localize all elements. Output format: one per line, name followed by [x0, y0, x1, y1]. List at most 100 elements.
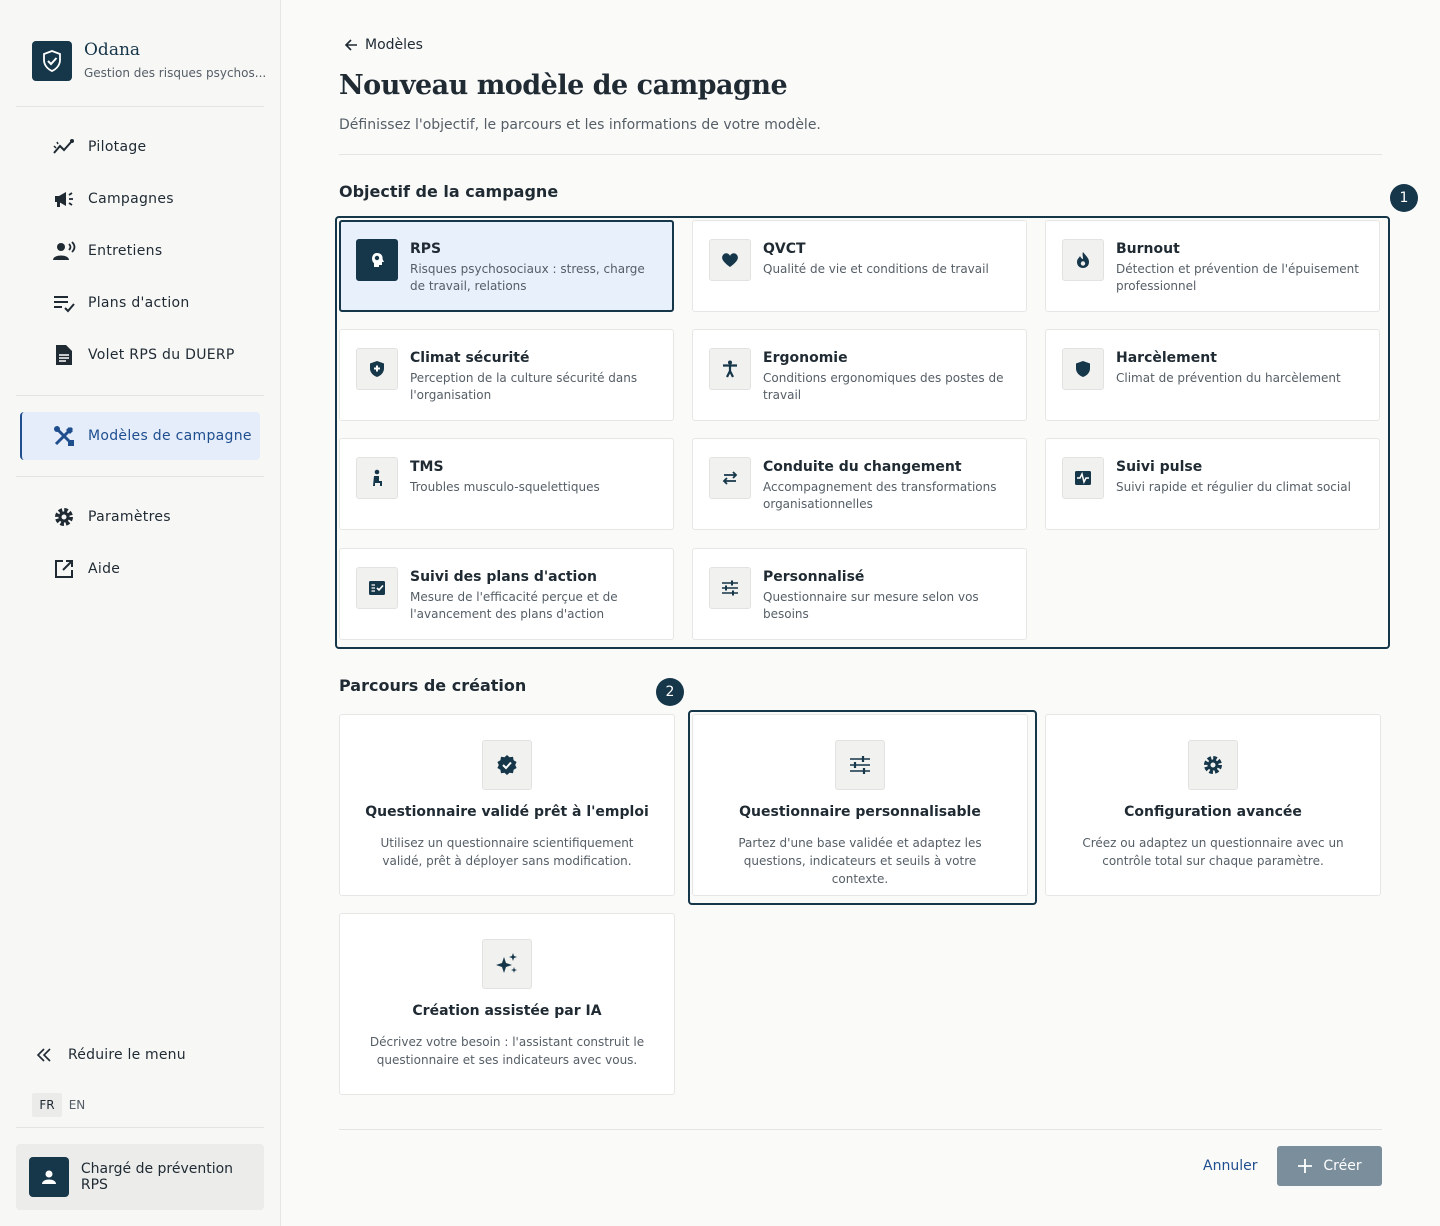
- objective-title: Suivi pulse: [1116, 459, 1203, 475]
- objective-desc: Perception de la culture sécurité dans l…: [410, 371, 638, 402]
- path-desc: Décrivez votre besoin : l'assistant cons…: [369, 1035, 645, 1067]
- path-title: Configuration avancée: [1124, 804, 1302, 820]
- footer-divider: [339, 1129, 1382, 1130]
- brand[interactable]: Odana Gestion des risques psychos...: [32, 40, 266, 81]
- objectives-title: Objectif de la campagne: [339, 182, 559, 201]
- objective-desc: Troubles musculo-squelettiques: [410, 480, 600, 494]
- megaphone-icon: [52, 187, 76, 211]
- path-desc: Créez ou adaptez un questionnaire avec u…: [1082, 836, 1344, 868]
- path-desc: Partez d'une base validée et adaptez les…: [738, 836, 982, 886]
- shield-icon: [1062, 348, 1104, 390]
- create-button-label: Créer: [1323, 1158, 1362, 1174]
- back-link-label: Modèles: [365, 37, 423, 53]
- sidebar-item-modeles-campagne[interactable]: Modèles de campagne: [20, 412, 260, 460]
- back-link[interactable]: Modèles: [343, 37, 423, 53]
- checklist-icon: [52, 291, 76, 315]
- objective-desc: Conditions ergonomiques des postes de tr…: [763, 371, 1004, 402]
- objective-title: QVCT: [763, 241, 806, 257]
- path-title: Création assistée par IA: [412, 1003, 602, 1019]
- objective-card-qvct[interactable]: QVCT Qualité de vie et conditions de trav…: [692, 220, 1027, 312]
- header-divider: [339, 154, 1382, 155]
- language-switcher: FR EN: [32, 1093, 92, 1117]
- sidebar-item-label: Aide: [88, 561, 121, 577]
- create-button[interactable]: Créer: [1277, 1146, 1382, 1186]
- objective-card-burnout[interactable]: Burnout Détection et prévention de l'épui…: [1045, 220, 1380, 312]
- objective-title: Personnalisé: [763, 569, 865, 585]
- objective-desc: Qualité de vie et conditions de travail: [763, 262, 989, 276]
- objective-desc: Climat de prévention du harcèlement: [1116, 371, 1341, 385]
- external-link-icon: [52, 557, 76, 581]
- shield-plus-icon: [356, 348, 398, 390]
- objective-title: Burnout: [1116, 241, 1180, 257]
- swap-arrows-icon: [709, 457, 751, 499]
- objective-card-climat-securite[interactable]: Climat sécurité Perception de la culture …: [339, 329, 674, 421]
- verified-badge-icon: [482, 740, 532, 790]
- sidebar-divider: [16, 476, 264, 477]
- sidebar-item-label: Campagnes: [88, 191, 174, 207]
- user-role: Chargé de prévention RPS: [80, 1161, 234, 1193]
- path-card-ai-assisted[interactable]: Création assistée par IA Décrivez votre …: [339, 913, 675, 1095]
- objective-desc: Accompagnement des transformations organ…: [763, 480, 997, 511]
- lang-fr[interactable]: FR: [32, 1093, 62, 1117]
- objective-card-rps[interactable]: RPS Risques psychosociaux : stress, charg…: [339, 220, 674, 312]
- flame-icon: [1062, 239, 1104, 281]
- objective-title: Climat sécurité: [410, 350, 530, 366]
- task-checklist-icon: [356, 567, 398, 609]
- sidebar-divider: [16, 106, 264, 107]
- sidebar-item-label: Paramètres: [88, 509, 171, 525]
- sidebar-item-parametres[interactable]: Paramètres: [20, 493, 260, 541]
- objective-card-suivi-pulse[interactable]: Suivi pulse Suivi rapide et régulier du c…: [1045, 438, 1380, 530]
- objective-title: Conduite du changement: [763, 459, 962, 475]
- objective-title: Suivi des plans d'action: [410, 569, 597, 585]
- lang-en[interactable]: EN: [62, 1093, 92, 1117]
- seated-person-icon: [356, 457, 398, 499]
- objective-card-suivi-plans[interactable]: Suivi des plans d'action Mesure de l'effi…: [339, 548, 674, 640]
- sidebar: Odana Gestion des risques psychos... Pil…: [0, 0, 281, 1226]
- document-icon: [52, 343, 76, 367]
- objective-card-personnalise[interactable]: Personnalisé Questionnaire sur mesure sel…: [692, 548, 1027, 640]
- gear-icon: [52, 505, 76, 529]
- paths-title: Parcours de création: [339, 676, 527, 695]
- path-desc: Utilisez un questionnaire scientifiqueme…: [380, 836, 634, 868]
- step-badge-2: 2: [656, 678, 684, 706]
- collapse-menu-label: Réduire le menu: [68, 1047, 186, 1063]
- path-card-advanced[interactable]: Configuration avancée Créez ou adaptez u…: [1045, 714, 1381, 896]
- sidebar-item-pilotage[interactable]: Pilotage: [20, 123, 260, 171]
- objective-card-harcelement[interactable]: Harcèlement Climat de prévention du harcè…: [1045, 329, 1380, 421]
- objective-desc: Questionnaire sur mesure selon vos besoi…: [763, 590, 979, 621]
- sidebar-item-label: Plans d'action: [88, 295, 190, 311]
- chevrons-left-icon: [32, 1048, 56, 1062]
- cancel-button[interactable]: Annuler: [1195, 1146, 1265, 1186]
- sidebar-item-campagnes[interactable]: Campagnes: [20, 175, 260, 223]
- chart-line-icon: [52, 135, 76, 159]
- arrow-left-icon: [343, 38, 359, 52]
- sidebar-item-label: Volet RPS du DUERP: [88, 347, 235, 363]
- pulse-icon: [1062, 457, 1104, 499]
- collapse-menu-button[interactable]: Réduire le menu: [32, 1047, 186, 1063]
- objective-title: RPS: [410, 241, 442, 257]
- path-card-validated[interactable]: Questionnaire validé prêt à l'emploi Uti…: [339, 714, 675, 896]
- objective-desc: Détection et prévention de l'épuisement …: [1116, 262, 1359, 293]
- user-profile[interactable]: Chargé de prévention RPS: [16, 1144, 264, 1210]
- sidebar-item-plans-action[interactable]: Plans d'action: [20, 279, 260, 327]
- objective-title: TMS: [410, 459, 444, 475]
- objective-card-conduite-changement[interactable]: Conduite du changement Accompagnement des…: [692, 438, 1027, 530]
- objective-card-ergonomie[interactable]: Ergonomie Conditions ergonomiques des pos…: [692, 329, 1027, 421]
- page-title: Nouveau modèle de campagne: [339, 70, 788, 101]
- sliders-icon: [835, 740, 885, 790]
- user-icon: [29, 1157, 69, 1197]
- path-card-customizable[interactable]: Questionnaire personnalisable Partez d'u…: [692, 714, 1028, 896]
- brand-name: Odana: [84, 40, 141, 60]
- objective-desc: Risques psychosociaux : stress, charge d…: [410, 262, 645, 293]
- gear-icon: [1188, 740, 1238, 790]
- sidebar-item-entretiens[interactable]: Entretiens: [20, 227, 260, 275]
- sidebar-item-volet-rps[interactable]: Volet RPS du DUERP: [20, 331, 260, 379]
- sidebar-item-aide[interactable]: Aide: [20, 545, 260, 593]
- accessibility-icon: [709, 348, 751, 390]
- brain-head-icon: [356, 239, 398, 281]
- shield-check-icon: [32, 41, 72, 81]
- objective-card-tms[interactable]: TMS Troubles musculo-squelettiques: [339, 438, 674, 530]
- sidebar-item-label: Entretiens: [88, 243, 163, 259]
- objective-title: Ergonomie: [763, 350, 848, 366]
- objective-desc: Suivi rapide et régulier du climat socia…: [1116, 480, 1351, 494]
